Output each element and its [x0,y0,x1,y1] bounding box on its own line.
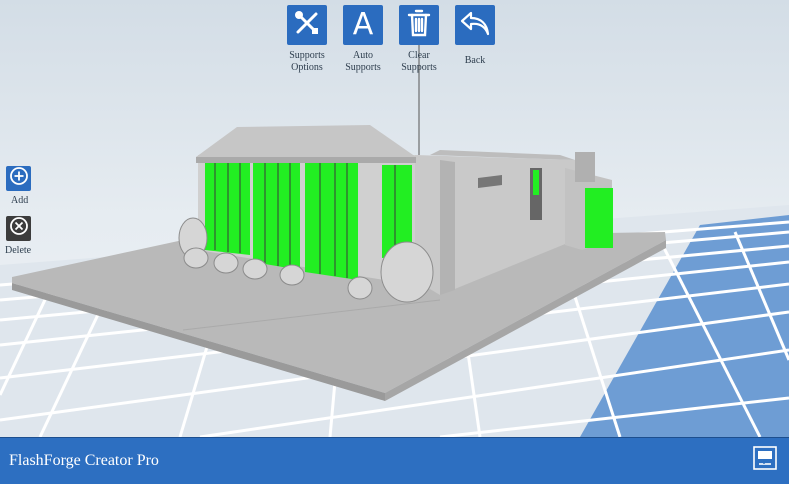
printer-name: FlashForge Creator Pro [9,452,159,469]
clear-supports-button[interactable] [399,5,439,45]
support-bay-2 [253,163,300,270]
printer-button[interactable] [747,442,783,478]
footer-bar: FlashForge Creator Pro [0,437,789,484]
tools-icon [292,8,322,43]
delete-label: Delete [5,245,32,256]
support-bay-3 [305,163,358,280]
letter-a-icon: A [352,7,374,42]
undo-arrow-icon [459,8,491,43]
support-wing-window [533,170,539,195]
supports-options-button[interactable] [287,5,327,45]
back-button[interactable] [455,5,495,45]
printer-icon [751,444,779,477]
support-chimney [585,188,613,248]
auto-supports-button[interactable]: A [343,5,383,45]
back-label: Back [464,55,486,66]
add-label: Add [11,195,29,206]
chimney [575,152,595,182]
plus-circle-icon [9,166,29,191]
x-circle-icon [9,216,29,241]
trash-icon [405,8,433,43]
add-button[interactable] [6,166,31,191]
delete-button[interactable] [6,216,31,241]
